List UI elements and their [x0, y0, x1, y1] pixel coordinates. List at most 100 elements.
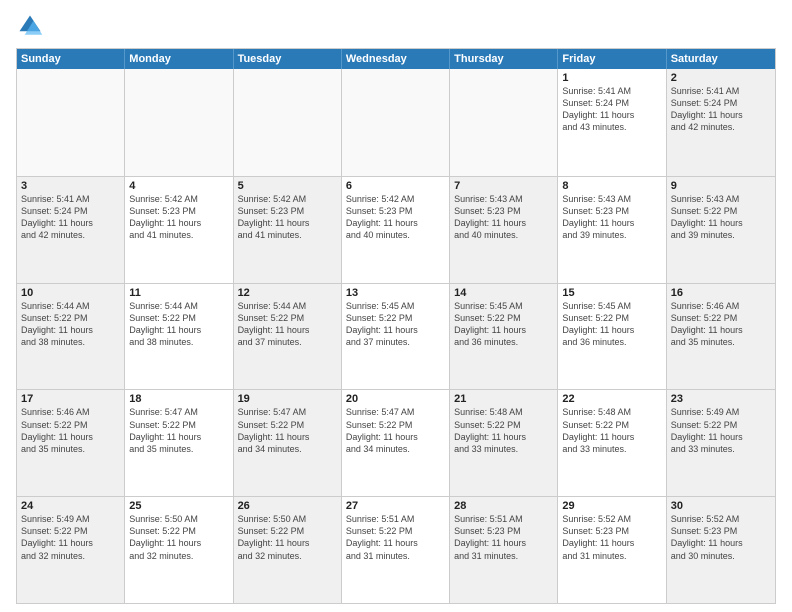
day-info: Sunrise: 5:46 AM Sunset: 5:22 PM Dayligh…: [671, 300, 771, 349]
day-cell-15: 15Sunrise: 5:45 AM Sunset: 5:22 PM Dayli…: [558, 284, 666, 390]
day-info: Sunrise: 5:49 AM Sunset: 5:22 PM Dayligh…: [21, 513, 120, 562]
day-number: 21: [454, 393, 553, 405]
day-cell-16: 16Sunrise: 5:46 AM Sunset: 5:22 PM Dayli…: [667, 284, 775, 390]
empty-cell: [17, 69, 125, 176]
empty-cell: [450, 69, 558, 176]
day-cell-6: 6Sunrise: 5:42 AM Sunset: 5:23 PM Daylig…: [342, 177, 450, 283]
day-number: 8: [562, 180, 661, 192]
day-info: Sunrise: 5:45 AM Sunset: 5:22 PM Dayligh…: [562, 300, 661, 349]
day-number: 30: [671, 500, 771, 512]
day-number: 19: [238, 393, 337, 405]
day-cell-11: 11Sunrise: 5:44 AM Sunset: 5:22 PM Dayli…: [125, 284, 233, 390]
day-cell-10: 10Sunrise: 5:44 AM Sunset: 5:22 PM Dayli…: [17, 284, 125, 390]
day-number: 17: [21, 393, 120, 405]
day-cell-27: 27Sunrise: 5:51 AM Sunset: 5:22 PM Dayli…: [342, 497, 450, 603]
day-info: Sunrise: 5:44 AM Sunset: 5:22 PM Dayligh…: [238, 300, 337, 349]
day-cell-14: 14Sunrise: 5:45 AM Sunset: 5:22 PM Dayli…: [450, 284, 558, 390]
day-info: Sunrise: 5:52 AM Sunset: 5:23 PM Dayligh…: [671, 513, 771, 562]
day-number: 3: [21, 180, 120, 192]
day-cell-13: 13Sunrise: 5:45 AM Sunset: 5:22 PM Dayli…: [342, 284, 450, 390]
day-cell-3: 3Sunrise: 5:41 AM Sunset: 5:24 PM Daylig…: [17, 177, 125, 283]
day-info: Sunrise: 5:41 AM Sunset: 5:24 PM Dayligh…: [562, 85, 661, 134]
weekday-header-wednesday: Wednesday: [342, 49, 450, 69]
day-number: 11: [129, 287, 228, 299]
day-cell-29: 29Sunrise: 5:52 AM Sunset: 5:23 PM Dayli…: [558, 497, 666, 603]
weekday-header-saturday: Saturday: [667, 49, 775, 69]
day-cell-9: 9Sunrise: 5:43 AM Sunset: 5:22 PM Daylig…: [667, 177, 775, 283]
day-cell-12: 12Sunrise: 5:44 AM Sunset: 5:22 PM Dayli…: [234, 284, 342, 390]
day-info: Sunrise: 5:44 AM Sunset: 5:22 PM Dayligh…: [21, 300, 120, 349]
day-info: Sunrise: 5:43 AM Sunset: 5:23 PM Dayligh…: [454, 193, 553, 242]
day-number: 9: [671, 180, 771, 192]
day-cell-1: 1Sunrise: 5:41 AM Sunset: 5:24 PM Daylig…: [558, 69, 666, 176]
day-cell-2: 2Sunrise: 5:41 AM Sunset: 5:24 PM Daylig…: [667, 69, 775, 176]
page: SundayMondayTuesdayWednesdayThursdayFrid…: [0, 0, 792, 612]
week-row-4: 17Sunrise: 5:46 AM Sunset: 5:22 PM Dayli…: [17, 389, 775, 496]
header: [16, 12, 776, 40]
day-cell-30: 30Sunrise: 5:52 AM Sunset: 5:23 PM Dayli…: [667, 497, 775, 603]
day-info: Sunrise: 5:45 AM Sunset: 5:22 PM Dayligh…: [454, 300, 553, 349]
day-cell-18: 18Sunrise: 5:47 AM Sunset: 5:22 PM Dayli…: [125, 390, 233, 496]
weekday-header-thursday: Thursday: [450, 49, 558, 69]
day-info: Sunrise: 5:42 AM Sunset: 5:23 PM Dayligh…: [129, 193, 228, 242]
day-number: 22: [562, 393, 661, 405]
week-row-1: 1Sunrise: 5:41 AM Sunset: 5:24 PM Daylig…: [17, 69, 775, 176]
empty-cell: [234, 69, 342, 176]
day-info: Sunrise: 5:42 AM Sunset: 5:23 PM Dayligh…: [346, 193, 445, 242]
day-info: Sunrise: 5:43 AM Sunset: 5:23 PM Dayligh…: [562, 193, 661, 242]
day-cell-23: 23Sunrise: 5:49 AM Sunset: 5:22 PM Dayli…: [667, 390, 775, 496]
empty-cell: [342, 69, 450, 176]
day-number: 24: [21, 500, 120, 512]
day-number: 20: [346, 393, 445, 405]
day-number: 14: [454, 287, 553, 299]
calendar-header: SundayMondayTuesdayWednesdayThursdayFrid…: [17, 49, 775, 69]
day-number: 28: [454, 500, 553, 512]
day-number: 18: [129, 393, 228, 405]
day-info: Sunrise: 5:46 AM Sunset: 5:22 PM Dayligh…: [21, 406, 120, 455]
day-number: 2: [671, 72, 771, 84]
weekday-header-sunday: Sunday: [17, 49, 125, 69]
day-info: Sunrise: 5:50 AM Sunset: 5:22 PM Dayligh…: [129, 513, 228, 562]
day-cell-19: 19Sunrise: 5:47 AM Sunset: 5:22 PM Dayli…: [234, 390, 342, 496]
day-number: 5: [238, 180, 337, 192]
day-cell-28: 28Sunrise: 5:51 AM Sunset: 5:23 PM Dayli…: [450, 497, 558, 603]
day-info: Sunrise: 5:51 AM Sunset: 5:23 PM Dayligh…: [454, 513, 553, 562]
day-info: Sunrise: 5:47 AM Sunset: 5:22 PM Dayligh…: [129, 406, 228, 455]
logo-icon: [16, 12, 44, 40]
day-cell-24: 24Sunrise: 5:49 AM Sunset: 5:22 PM Dayli…: [17, 497, 125, 603]
day-number: 23: [671, 393, 771, 405]
day-number: 6: [346, 180, 445, 192]
week-row-5: 24Sunrise: 5:49 AM Sunset: 5:22 PM Dayli…: [17, 496, 775, 603]
weekday-header-friday: Friday: [558, 49, 666, 69]
day-info: Sunrise: 5:44 AM Sunset: 5:22 PM Dayligh…: [129, 300, 228, 349]
day-cell-25: 25Sunrise: 5:50 AM Sunset: 5:22 PM Dayli…: [125, 497, 233, 603]
day-cell-22: 22Sunrise: 5:48 AM Sunset: 5:22 PM Dayli…: [558, 390, 666, 496]
day-info: Sunrise: 5:48 AM Sunset: 5:22 PM Dayligh…: [454, 406, 553, 455]
day-number: 25: [129, 500, 228, 512]
day-info: Sunrise: 5:41 AM Sunset: 5:24 PM Dayligh…: [671, 85, 771, 134]
day-number: 16: [671, 287, 771, 299]
week-row-3: 10Sunrise: 5:44 AM Sunset: 5:22 PM Dayli…: [17, 283, 775, 390]
day-info: Sunrise: 5:50 AM Sunset: 5:22 PM Dayligh…: [238, 513, 337, 562]
day-info: Sunrise: 5:48 AM Sunset: 5:22 PM Dayligh…: [562, 406, 661, 455]
day-info: Sunrise: 5:51 AM Sunset: 5:22 PM Dayligh…: [346, 513, 445, 562]
day-info: Sunrise: 5:49 AM Sunset: 5:22 PM Dayligh…: [671, 406, 771, 455]
calendar-body: 1Sunrise: 5:41 AM Sunset: 5:24 PM Daylig…: [17, 69, 775, 603]
day-info: Sunrise: 5:42 AM Sunset: 5:23 PM Dayligh…: [238, 193, 337, 242]
day-cell-17: 17Sunrise: 5:46 AM Sunset: 5:22 PM Dayli…: [17, 390, 125, 496]
day-cell-20: 20Sunrise: 5:47 AM Sunset: 5:22 PM Dayli…: [342, 390, 450, 496]
day-cell-26: 26Sunrise: 5:50 AM Sunset: 5:22 PM Dayli…: [234, 497, 342, 603]
day-cell-21: 21Sunrise: 5:48 AM Sunset: 5:22 PM Dayli…: [450, 390, 558, 496]
day-number: 10: [21, 287, 120, 299]
day-number: 26: [238, 500, 337, 512]
day-number: 15: [562, 287, 661, 299]
week-row-2: 3Sunrise: 5:41 AM Sunset: 5:24 PM Daylig…: [17, 176, 775, 283]
day-cell-7: 7Sunrise: 5:43 AM Sunset: 5:23 PM Daylig…: [450, 177, 558, 283]
day-cell-8: 8Sunrise: 5:43 AM Sunset: 5:23 PM Daylig…: [558, 177, 666, 283]
calendar: SundayMondayTuesdayWednesdayThursdayFrid…: [16, 48, 776, 604]
weekday-header-tuesday: Tuesday: [234, 49, 342, 69]
day-info: Sunrise: 5:47 AM Sunset: 5:22 PM Dayligh…: [346, 406, 445, 455]
logo: [16, 12, 48, 40]
day-number: 29: [562, 500, 661, 512]
day-info: Sunrise: 5:43 AM Sunset: 5:22 PM Dayligh…: [671, 193, 771, 242]
